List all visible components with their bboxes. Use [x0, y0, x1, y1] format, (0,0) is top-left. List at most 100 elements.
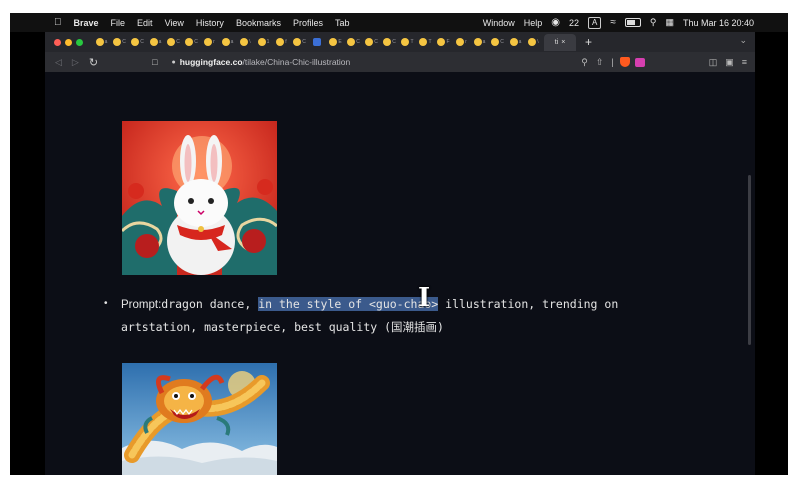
background-tab[interactable]: C [345, 35, 362, 49]
menu-edit[interactable]: Edit [137, 18, 153, 28]
huggingface-favicon-icon [185, 38, 194, 46]
input-source-indicator[interactable]: A [588, 16, 602, 29]
url-path: /tilake/China-Chic-illustration [242, 57, 351, 67]
background-tab-title: C [392, 39, 396, 45]
background-tab-title: C [500, 39, 504, 45]
background-tab[interactable]: C [363, 35, 380, 49]
lock-icon[interactable]: ● [172, 59, 176, 66]
menu-bookmarks[interactable]: Bookmarks [236, 18, 281, 28]
background-tab[interactable]: a [219, 35, 236, 49]
background-tab-title: \ [249, 39, 251, 45]
prompt-line-2[interactable]: artstation, masterpiece, best quality (国… [121, 319, 444, 335]
background-tab-title: a [230, 39, 234, 45]
background-tab-title: C [122, 39, 126, 45]
control-center-icon[interactable]: ▦ [665, 17, 674, 28]
huggingface-favicon-icon [509, 38, 518, 46]
menu-window[interactable]: Window [483, 18, 515, 28]
huggingface-favicon-icon [95, 38, 104, 46]
prompt-text-after: illustration, trending on [438, 297, 619, 311]
list-bullet: • [104, 298, 108, 309]
huggingface-favicon-icon [383, 38, 392, 46]
text-cursor-icon: I [418, 283, 431, 313]
background-tab[interactable]: T [417, 35, 434, 49]
huggingface-favicon-icon [276, 38, 285, 46]
background-tab[interactable]: C [165, 35, 182, 49]
background-tab[interactable]: C [183, 35, 200, 49]
background-tab[interactable]: f [273, 35, 290, 49]
huggingface-favicon-icon [149, 38, 158, 46]
background-tab[interactable] [309, 35, 326, 49]
huggingface-favicon-icon [437, 38, 446, 46]
toolbar-right-controls: ⚲ ⇧ | ◫ ▣ ≡ [573, 52, 755, 72]
huggingface-favicon-icon [131, 38, 140, 46]
selected-text[interactable]: in the style of <guo-cha [258, 297, 425, 311]
background-tab[interactable]: a [147, 35, 164, 49]
apple-icon[interactable]:  [54, 17, 62, 28]
sidebar-toggle-icon[interactable]: ◫ [709, 57, 718, 68]
zoom-window-button[interactable] [76, 38, 83, 46]
menu-file[interactable]: File [111, 18, 126, 28]
background-tab-title: 1 [266, 39, 270, 45]
huggingface-favicon-icon [491, 38, 500, 46]
background-tab-title: a [104, 39, 108, 45]
forward-button-icon[interactable]: ▷ [72, 57, 79, 68]
background-tab[interactable]: \ [237, 35, 254, 49]
zoom-icon[interactable]: ⚲ [581, 57, 588, 68]
background-tab[interactable]: C [111, 35, 128, 49]
brave-rewards-icon[interactable] [634, 57, 645, 67]
menu-history[interactable]: History [196, 18, 224, 28]
active-tab[interactable]: ti × [544, 33, 576, 51]
spotlight-search-icon[interactable]: ⚲ [650, 17, 657, 28]
reload-icon[interactable]: ↻ [89, 56, 98, 69]
background-tab[interactable]: C [381, 35, 398, 49]
tab-close-button[interactable]: × [561, 39, 565, 46]
screen-frame:  Brave File Edit View History Bookmarks… [10, 13, 788, 475]
active-tab-title: ti [554, 38, 559, 46]
background-tab[interactable]: C [291, 35, 308, 49]
background-tab[interactable]: T [399, 35, 416, 49]
back-button-icon[interactable]: ◁ [55, 57, 62, 68]
background-tab[interactable]: C [129, 35, 146, 49]
menu-profiles[interactable]: Profiles [293, 18, 323, 28]
huggingface-favicon-icon [113, 38, 122, 46]
background-tab[interactable]: C [489, 35, 506, 49]
background-tab[interactable]: 1 [255, 35, 272, 49]
new-tab-button[interactable]: + [585, 35, 592, 49]
background-tab[interactable]: a [507, 35, 524, 49]
menu-app-name[interactable]: Brave [74, 18, 99, 28]
background-tab[interactable]: E [327, 35, 344, 49]
wifi-icon[interactable]: ≈ [610, 17, 616, 28]
menu-tab[interactable]: Tab [335, 18, 350, 28]
bookmark-icon[interactable]: □ [152, 57, 157, 67]
background-tab[interactable]: a [93, 35, 110, 49]
battery-icon[interactable] [624, 18, 641, 27]
tab-search-chevron-icon[interactable]: ⌄ [739, 35, 747, 46]
wechat-icon[interactable]: ◉ [551, 17, 560, 28]
background-tab[interactable]: \ [525, 35, 542, 49]
dragon-illustration-image [122, 363, 277, 475]
close-window-button[interactable] [54, 38, 61, 46]
background-tab[interactable]: a [471, 35, 488, 49]
page-scrollbar[interactable] [748, 175, 751, 345]
menu-datetime[interactable]: Thu Mar 16 20:40 [683, 18, 754, 28]
huggingface-favicon-icon [257, 38, 266, 46]
background-tab-title: T [410, 39, 414, 45]
menu-view[interactable]: View [165, 18, 184, 28]
minimize-window-button[interactable] [65, 38, 72, 46]
background-tab[interactable]: r [201, 35, 218, 49]
huggingface-favicon-icon [456, 38, 465, 46]
menu-help[interactable]: Help [524, 18, 543, 28]
share-icon[interactable]: ⇧ [596, 57, 604, 68]
menu-icon[interactable]: ≡ [742, 57, 747, 67]
background-tab-title: C [176, 39, 180, 45]
background-tab-title: a [158, 39, 162, 45]
address-bar[interactable]: huggingface.co/tilake/China-Chic-illustr… [180, 57, 351, 67]
page-content[interactable]: • Prompt:dragon dance, in the style of <… [45, 72, 755, 475]
background-tab-title: \ [537, 39, 539, 45]
brave-shields-icon[interactable] [619, 57, 630, 67]
wallet-icon[interactable]: ▣ [725, 57, 734, 68]
background-tab[interactable]: r [453, 35, 470, 49]
prompt-line-1[interactable]: Prompt:dragon dance, in the style of <gu… [121, 297, 618, 311]
huggingface-favicon-icon [401, 38, 410, 46]
background-tab[interactable]: F [435, 35, 452, 49]
